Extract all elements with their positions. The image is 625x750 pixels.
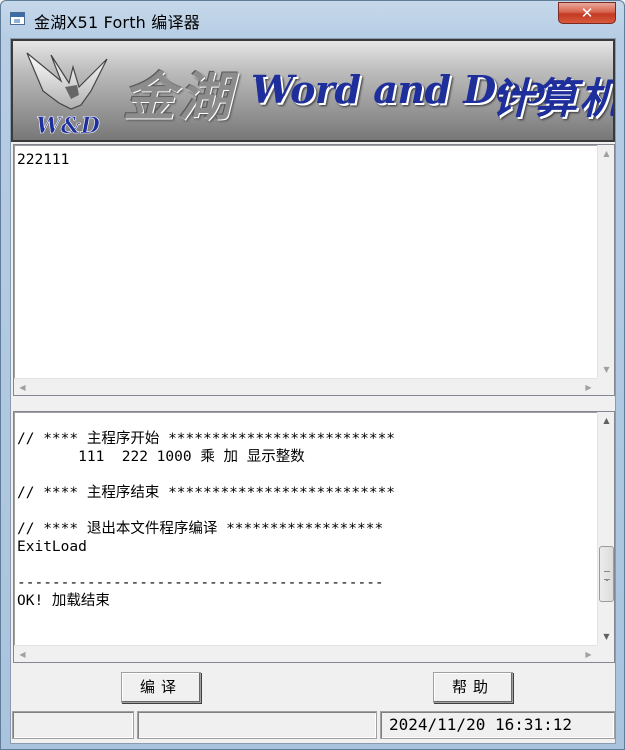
scroll-corner: [597, 378, 614, 395]
scroll-corner: [597, 645, 614, 662]
code-text: // **** 主程序开始 **************************…: [17, 430, 592, 642]
code-line: ExitLoad: [17, 539, 87, 555]
code-line: // **** 退出本文件程序编译 ******************: [17, 521, 384, 537]
scrollbar-thumb[interactable]: [599, 546, 614, 602]
output-vertical-scrollbar[interactable]: ▲ ▼: [597, 145, 614, 378]
output-horizontal-scrollbar[interactable]: ◀ ▶: [14, 378, 597, 395]
code-horizontal-scrollbar[interactable]: ◀ ▶: [14, 645, 597, 662]
arrow-down-icon[interactable]: ▼: [598, 628, 615, 645]
code-line: // **** 主程序开始 **************************: [17, 431, 396, 447]
code-line: 111 222 1000 乘 加 显示整数: [17, 449, 305, 465]
help-button[interactable]: 帮助: [433, 672, 513, 703]
status-panel-2: [137, 711, 377, 739]
title-bar[interactable]: 金湖X51 Forth 编译器 ✕: [1, 1, 624, 37]
code-vertical-scrollbar[interactable]: ▲ ▼: [597, 412, 614, 645]
arrow-down-icon[interactable]: ▼: [598, 361, 615, 378]
code-textarea[interactable]: // **** 主程序开始 **************************…: [13, 411, 615, 663]
client-area: W&D 金湖 Word and Door 计算机 222111 ▲ ▼ ◀ ▶ …: [10, 38, 616, 744]
code-line: // **** 主程序结束 **************************: [17, 485, 396, 501]
arrow-right-icon[interactable]: ▶: [580, 379, 597, 396]
compile-button[interactable]: 编译: [121, 672, 201, 703]
code-line: ----------------------------------------…: [17, 575, 384, 591]
close-icon: ✕: [580, 4, 594, 22]
eagle-logo: W&D: [26, 52, 108, 137]
arrow-left-icon[interactable]: ◀: [14, 646, 31, 663]
window-title: 金湖X51 Forth 编译器: [34, 13, 200, 32]
arrow-up-icon[interactable]: ▲: [598, 145, 615, 162]
arrow-right-icon[interactable]: ▶: [580, 646, 597, 663]
status-panel-1: [12, 711, 134, 739]
banner-chinese-text: 金湖: [123, 67, 236, 128]
banner-suffix-text: 计算机: [491, 74, 615, 123]
status-bar: 2024/11/20 16:31:12: [11, 708, 615, 744]
output-textarea[interactable]: 222111 ▲ ▼ ◀ ▶: [13, 144, 615, 396]
status-datetime: 2024/11/20 16:31:12: [380, 711, 615, 739]
arrow-up-icon[interactable]: ▲: [598, 412, 615, 429]
logo-text: W&D: [36, 113, 100, 137]
close-button[interactable]: ✕: [558, 2, 616, 24]
output-text: 222111: [17, 152, 70, 168]
brand-banner: W&D 金湖 Word and Door 计算机: [11, 39, 615, 142]
app-window: 金湖X51 Forth 编译器 ✕ W&D 金湖 Word and Door 计…: [0, 0, 625, 750]
code-line: OK! 加载结束: [17, 593, 110, 609]
window-app-icon[interactable]: [10, 12, 25, 25]
arrow-left-icon[interactable]: ◀: [14, 379, 31, 396]
